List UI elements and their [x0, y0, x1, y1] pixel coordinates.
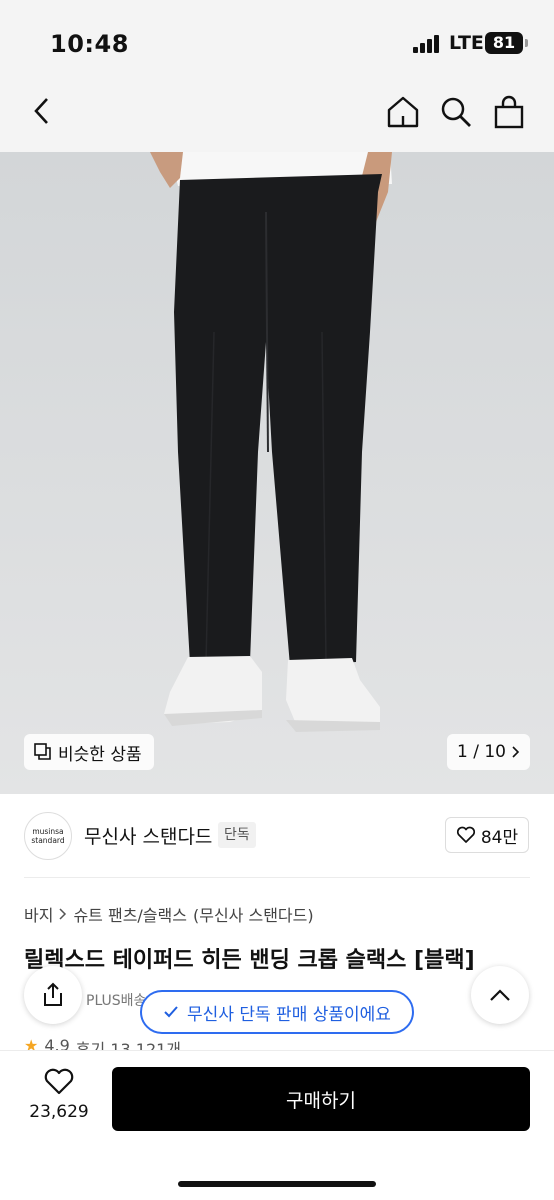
exclusive-sale-banner: 무신사 단독 판매 상품이에요 — [140, 990, 414, 1034]
check-icon — [164, 1006, 178, 1018]
share-button[interactable] — [24, 966, 82, 1024]
cart-button[interactable] — [489, 92, 529, 132]
rating-value: 4.9 — [44, 1036, 70, 1050]
brand-like-count: 84만 — [480, 827, 519, 848]
product-image[interactable] — [0, 152, 554, 794]
chevron-left-icon — [34, 98, 48, 124]
status-time: 10:48 — [50, 30, 129, 58]
similar-products-button[interactable]: 비슷한 상품 — [24, 734, 154, 770]
exclusive-sale-text: 무신사 단독 판매 상품이에요 — [187, 1004, 391, 1025]
brand-like-button[interactable]: 84만 — [445, 817, 529, 853]
exclusive-badge: 단독 — [218, 822, 256, 848]
similar-items-icon — [34, 743, 51, 760]
home-indicator — [178, 1181, 376, 1187]
search-icon — [441, 97, 471, 127]
buy-button[interactable]: 구매하기 — [112, 1067, 530, 1131]
search-button[interactable] — [436, 92, 476, 132]
battery-cap — [525, 39, 528, 47]
plus-delivery-label: PLUS배송 — [86, 993, 147, 1009]
review-count: 후기 13,121개 — [75, 1040, 182, 1050]
signal-icon — [413, 35, 443, 53]
brand-logo-line2: standard — [31, 836, 65, 845]
image-page-indicator[interactable]: 1 / 10 — [447, 734, 530, 770]
wishlist-count: 23,629 — [29, 1102, 89, 1122]
page-indicator-text: 1 / 10 — [457, 742, 506, 762]
share-icon — [44, 982, 62, 1006]
breadcrumb-item-brand[interactable]: (무신사 스탠다드) — [193, 902, 314, 926]
battery-icon: 81 — [485, 32, 523, 54]
network-label: LTE — [449, 32, 484, 54]
chevron-up-icon — [490, 989, 510, 1001]
breadcrumb: 바지 슈트 팬츠/슬랙스 (무신사 스탠다드) — [24, 902, 314, 926]
heart-icon — [456, 826, 475, 843]
breadcrumb-item-category[interactable]: 바지 — [24, 902, 53, 926]
breadcrumb-item-subcategory[interactable]: 슈트 팬츠/슬랙스 — [73, 902, 187, 926]
divider — [24, 877, 530, 878]
top-nav-bar — [0, 90, 554, 152]
chevron-right-icon — [59, 908, 67, 920]
shopping-bag-icon — [494, 95, 524, 129]
similar-products-label: 비슷한 상품 — [58, 744, 142, 765]
heart-icon — [44, 1068, 74, 1095]
product-photo — [0, 152, 554, 794]
chevron-right-icon — [512, 746, 520, 758]
brand-logo-line1: musinsa — [32, 827, 64, 836]
status-bar: 10:48 LTE 81 — [0, 0, 554, 90]
home-button[interactable] — [383, 92, 423, 132]
brand-name[interactable]: 무신사 스탠다드 — [84, 822, 212, 849]
product-title: 릴렉스드 테이퍼드 히든 밴딩 크롭 슬랙스 [블랙] — [24, 948, 475, 973]
scroll-top-button[interactable] — [471, 966, 529, 1024]
rating-row[interactable]: ★ 4.9 후기 13,121개 — [24, 1036, 181, 1050]
star-icon: ★ — [24, 1036, 39, 1050]
home-icon — [387, 96, 419, 128]
wishlist-button[interactable]: 23,629 — [20, 1068, 98, 1122]
back-button[interactable] — [22, 91, 62, 131]
brand-logo[interactable]: musinsa standard — [24, 812, 72, 860]
